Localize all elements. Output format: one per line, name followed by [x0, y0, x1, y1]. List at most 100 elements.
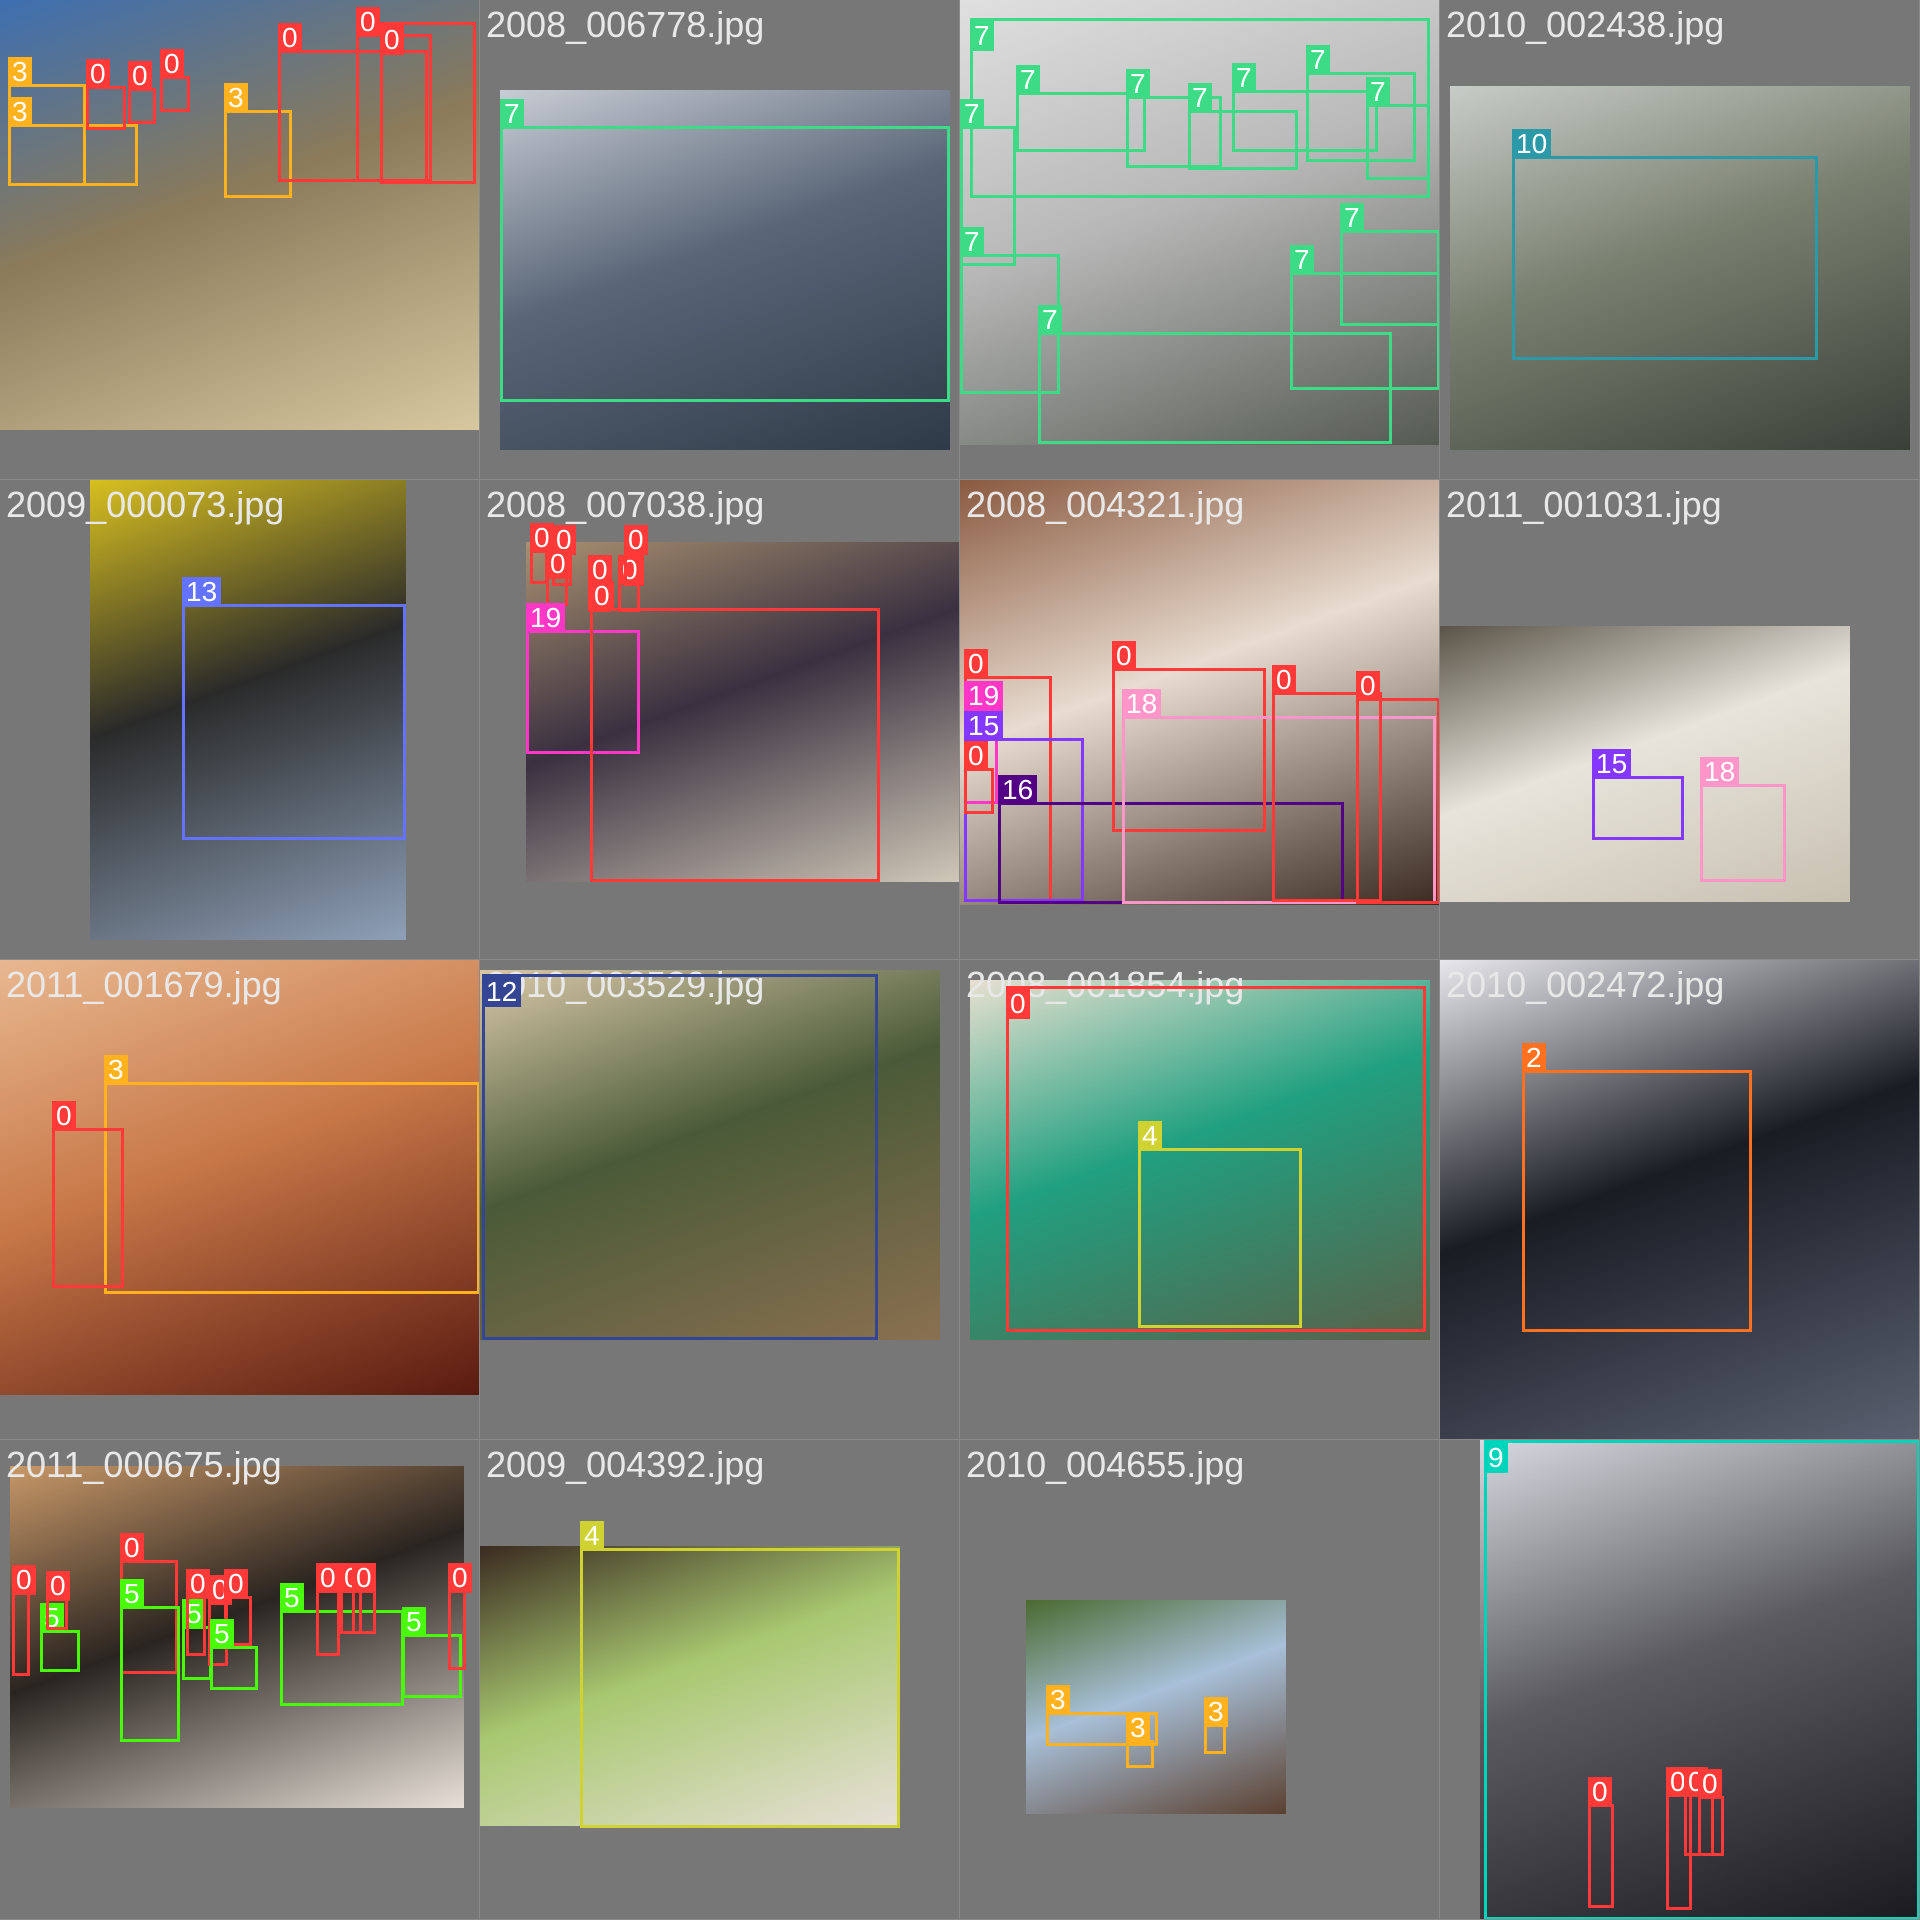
detection-label: 9	[1484, 1443, 1508, 1473]
detection-box: 12	[482, 974, 878, 1340]
detection-label: 13	[182, 577, 222, 607]
mosaic-tile: 2010_002438.jpg 10	[1440, 0, 1920, 480]
detection-box: 0	[1356, 671, 1439, 904]
detection-box: 3	[104, 1055, 479, 1294]
detection-label: 7	[1340, 203, 1364, 233]
mosaic-tile: 2011_000675.jpg0500550005500050	[0, 1440, 480, 1920]
detection-label: 7	[1126, 69, 1150, 99]
detection-label: 2	[1522, 1043, 1546, 1073]
mosaic-tile: 2011_001031.jpg 15 18	[1440, 480, 1920, 960]
detection-box: 7	[1038, 305, 1392, 444]
detection-label: 0	[1272, 665, 1296, 695]
detection-label: 4	[580, 1521, 604, 1551]
detection-label: 0	[12, 1565, 36, 1595]
tile-filename: 2009_000073.jpg	[6, 484, 285, 525]
detection-box: 0	[160, 49, 190, 112]
detection-box: 10	[1512, 129, 1818, 360]
detection-label: 0	[356, 7, 380, 37]
detection-label: 0	[46, 1571, 70, 1601]
detection-label: 15	[1592, 749, 1632, 779]
detection-label: 3	[8, 57, 32, 87]
tile-filename: 2011_001679.jpg	[6, 964, 282, 1005]
detection-box: 7	[500, 99, 950, 402]
detection-box: 0	[52, 1101, 124, 1288]
detection-label: 0	[448, 1563, 472, 1593]
detection-box: 0	[46, 1571, 70, 1630]
detection-box: 3	[8, 97, 138, 186]
detection-label: 5	[210, 1619, 234, 1649]
detection-label: 7	[970, 21, 994, 51]
detection-label: 19	[964, 681, 1004, 711]
mosaic-tile: 90000	[1440, 1440, 1920, 1920]
detection-box: 0	[1588, 1777, 1614, 1908]
mosaic-grid: 3 3 0 0 0 3 0 0 0 2008_006778.jpg 7 7 7 7 7 7 7 7 7 7 7 7 7 201…	[0, 0, 1920, 1920]
detection-label: 0	[624, 525, 648, 555]
detection-label: 5	[402, 1607, 426, 1637]
detection-label: 3	[104, 1055, 128, 1085]
detection-label: 0	[964, 741, 988, 771]
detection-label: 7	[1188, 83, 1212, 113]
detection-box: 7	[1366, 77, 1430, 180]
detection-label: 18	[1122, 689, 1162, 719]
detection-label: 10	[1512, 129, 1552, 159]
detection-label: 7	[1290, 245, 1314, 275]
tile-filename: 2010_004655.jpg	[966, 1444, 1245, 1485]
detection-label: 0	[316, 1563, 340, 1593]
detection-label: 7	[1366, 77, 1390, 107]
detection-label: 0	[964, 649, 988, 679]
mosaic-tile: 777777777777	[960, 0, 1440, 480]
detection-box: 0	[964, 741, 994, 814]
tile-filename: 2010_002438.jpg	[1446, 4, 1725, 45]
detection-box: 5	[210, 1619, 258, 1690]
detection-box: 0	[186, 1569, 210, 1656]
detection-label: 0	[1698, 1769, 1722, 1799]
detection-label: 7	[960, 99, 984, 129]
detection-label: 18	[1700, 757, 1740, 787]
mosaic-tile: 2010_004655.jpg 3 3 3	[960, 1440, 1440, 1920]
tile-filename: 2009_004392.jpg	[486, 1444, 765, 1485]
detection-label: 7	[1306, 45, 1330, 75]
detection-label: 3	[224, 83, 248, 113]
tile-filename: 2010_002472.jpg	[1446, 964, 1725, 1005]
detection-box: 0	[12, 1565, 36, 1676]
detection-label: 0	[86, 59, 110, 89]
detection-box: 3	[1204, 1697, 1228, 1754]
detection-box: 0	[1698, 1769, 1724, 1856]
detection-label: 0	[224, 1569, 248, 1599]
detection-box: 0	[624, 525, 648, 586]
detection-label: 4	[1138, 1121, 1162, 1151]
detection-label: 0	[160, 49, 184, 79]
detection-label: 16	[998, 775, 1038, 805]
detection-box: 15	[1592, 749, 1684, 840]
detection-label: 7	[500, 99, 524, 129]
mosaic-tile: 2009_004392.jpg 4	[480, 1440, 960, 1920]
tile-photo	[1440, 626, 1850, 902]
detection-label: 0	[380, 25, 404, 55]
detection-label: 0	[278, 23, 302, 53]
mosaic-tile: 2009_000073.jpg 13	[0, 480, 480, 960]
mosaic-tile: 2010_002472.jpg 2	[1440, 960, 1920, 1440]
detection-label: 0	[128, 61, 152, 91]
detection-label: 7	[1038, 305, 1062, 335]
detection-box: 0	[352, 1563, 376, 1634]
tile-filename: 2008_007038.jpg	[486, 484, 765, 525]
mosaic-tile: 2010_003529.jpg 12	[480, 960, 960, 1440]
detection-box: 0	[86, 59, 126, 130]
detection-label: 7	[1232, 63, 1256, 93]
mosaic-tile: 2011_001679.jpg 3 0	[0, 960, 480, 1440]
detection-box: 4	[1138, 1121, 1302, 1328]
detection-label: 3	[1204, 1697, 1228, 1727]
detection-label: 0	[120, 1533, 144, 1563]
detection-label: 3	[1126, 1713, 1150, 1743]
detection-box: 0	[128, 61, 156, 124]
detection-label: 5	[120, 1579, 144, 1609]
detection-label: 19	[526, 603, 566, 633]
detection-box: 4	[580, 1521, 900, 1828]
detection-box: 7	[1340, 203, 1439, 326]
detection-label: 0	[1112, 641, 1136, 671]
mosaic-tile: 2008_004321.jpg 0 19 15 0 16 0 18 0 0	[960, 480, 1440, 960]
mosaic-tile: 330003000	[0, 0, 480, 480]
detection-label: 7	[1016, 65, 1040, 95]
detection-label: 0	[590, 581, 614, 611]
detection-label: 0	[1356, 671, 1380, 701]
